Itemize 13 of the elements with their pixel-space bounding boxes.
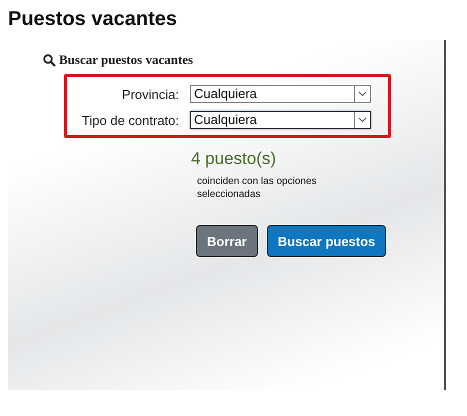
search-button[interactable]: Buscar puestos [266,225,386,257]
page-title: Puestos vacantes [7,7,178,32]
result-count: 4 puesto(s) [191,149,278,169]
field-label: Tipo de contrato: [80,112,179,128]
result-description: coinciden con las opciones seleccionadas [197,175,318,201]
section-title: Buscar puestos vacantes [59,52,194,68]
caret-icon [358,91,367,97]
dropdown-field[interactable]: Cualquiera [190,111,371,129]
dropdown-field[interactable]: Cualquiera [190,85,371,103]
clear-button[interactable]: Borrar [196,225,258,257]
search-icon [43,54,56,66]
field-label: Provincia: [120,86,179,102]
caret-icon [358,117,367,123]
